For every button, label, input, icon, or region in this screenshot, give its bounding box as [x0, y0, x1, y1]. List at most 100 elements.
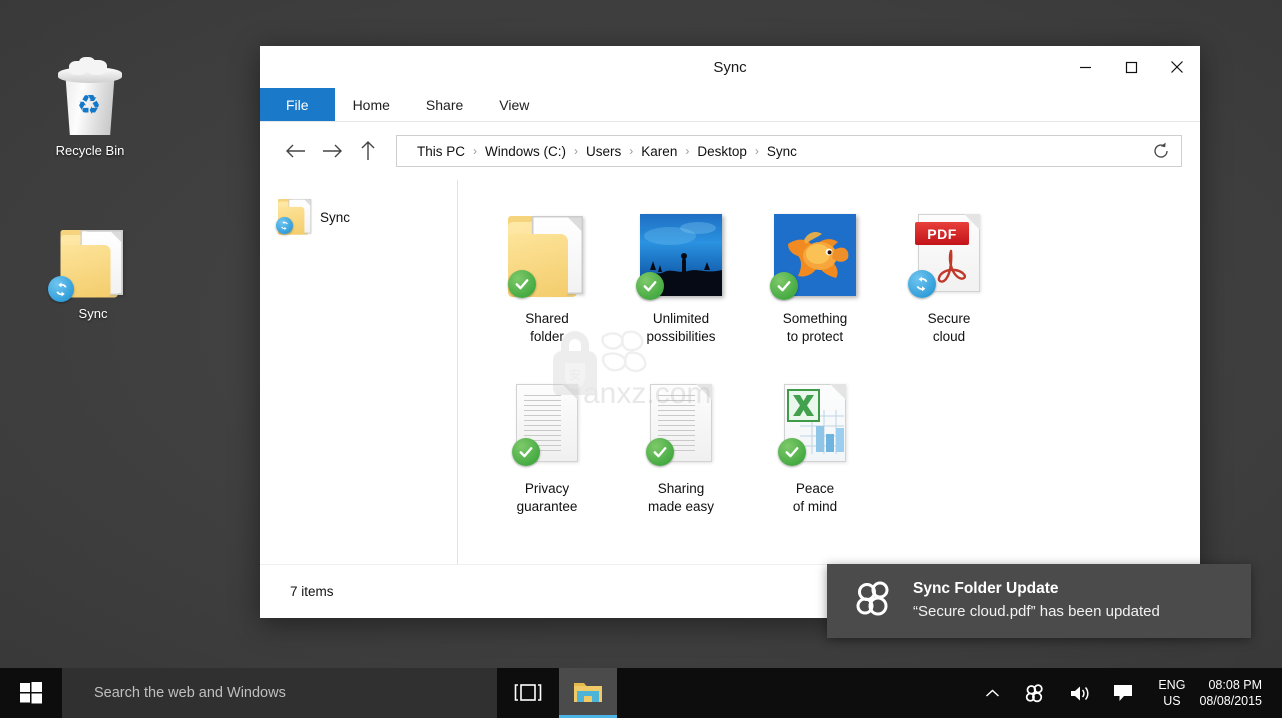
forward-arrow-icon[interactable]	[314, 133, 350, 169]
file-list-area[interactable]: Shared folder	[458, 180, 1200, 564]
up-arrow-icon[interactable]	[350, 133, 386, 169]
file-name: Peace of mind	[748, 480, 882, 516]
breadcrumb-item-this-pc[interactable]: This PC	[411, 144, 471, 159]
toast-text: Sync Folder Update “Secure cloud.pdf” ha…	[905, 578, 1160, 624]
breadcrumb-separator: ›	[471, 144, 479, 158]
task-view-button[interactable]	[497, 668, 559, 718]
desktop-icon-recycle-bin[interactable]: ♻ Recycle Bin	[35, 55, 145, 159]
notification-toast[interactable]: Sync Folder Update “Secure cloud.pdf” ha…	[827, 564, 1251, 638]
sync-badge-icon	[276, 217, 293, 234]
file-item-something-to-protect[interactable]: Something to protect	[748, 204, 882, 346]
file-row-2: Privacy guarantee Sharing	[480, 374, 1200, 516]
breadcrumb-item-sync[interactable]: Sync	[761, 144, 803, 159]
recycle-bin-icon: ♻	[35, 55, 145, 141]
clock-time: 08:08 PM	[1199, 677, 1262, 693]
file-row-1: Shared folder	[480, 204, 1200, 346]
tab-view[interactable]: View	[481, 88, 547, 121]
show-hidden-icons-chevron[interactable]	[974, 668, 1011, 718]
minimize-button[interactable]	[1062, 46, 1108, 88]
sync-folder-icon	[38, 218, 148, 304]
text-document-icon	[480, 380, 614, 472]
underwater-photo-thumbnail	[614, 210, 748, 302]
green-check-badge-icon	[508, 270, 536, 298]
task-view-icon	[513, 683, 543, 703]
ribbon-tabs: File Home Share View	[260, 88, 1200, 122]
file-item-unlimited-possibilities[interactable]: Unlimited possibilities	[614, 204, 748, 346]
navigation-toolbar: This PC › Windows (C:) › Users › Karen ›…	[260, 122, 1200, 180]
search-placeholder: Search the web and Windows	[94, 685, 286, 701]
folder-with-document-icon	[480, 210, 614, 302]
file-name: Sharing made easy	[614, 480, 748, 516]
sidebar-item-sync[interactable]: Sync	[260, 194, 457, 240]
blue-sync-badge-icon	[908, 270, 936, 298]
breadcrumb-separator: ›	[753, 144, 761, 158]
desktop-icon-label: Sync	[38, 306, 148, 322]
breadcrumb: This PC › Windows (C:) › Users › Karen ›…	[411, 144, 1147, 159]
language-line2: US	[1158, 693, 1185, 709]
search-input[interactable]: Search the web and Windows	[62, 668, 497, 718]
pdf-label: PDF	[915, 222, 969, 245]
sync-badge-icon	[48, 276, 74, 302]
breadcrumb-item-windows-c[interactable]: Windows (C:)	[479, 144, 572, 159]
breadcrumb-item-users[interactable]: Users	[580, 144, 627, 159]
file-item-shared-folder[interactable]: Shared folder	[480, 204, 614, 346]
action-center-icon[interactable]	[1102, 668, 1144, 718]
file-item-sharing-made-easy[interactable]: Sharing made easy	[614, 374, 748, 516]
breadcrumb-item-karen[interactable]: Karen	[635, 144, 683, 159]
taskbar-file-explorer-button[interactable]	[559, 668, 617, 718]
tab-share[interactable]: Share	[408, 88, 481, 121]
sync-tray-icon[interactable]	[1011, 668, 1058, 718]
file-name: Unlimited possibilities	[614, 310, 748, 346]
file-name: Something to protect	[748, 310, 882, 346]
green-check-badge-icon	[646, 438, 674, 466]
clock[interactable]: 08:08 PM 08/08/2015	[1199, 677, 1270, 709]
breadcrumb-item-desktop[interactable]: Desktop	[691, 144, 753, 159]
breadcrumb-separator: ›	[627, 144, 635, 158]
tab-file[interactable]: File	[260, 88, 335, 121]
file-item-secure-cloud[interactable]: PDF	[882, 204, 1016, 346]
language-indicator[interactable]: ENG US	[1144, 677, 1199, 709]
file-name: Privacy guarantee	[480, 480, 614, 516]
window-title: Sync	[713, 59, 746, 76]
sync-clover-logo-icon	[849, 575, 905, 628]
file-explorer-icon	[573, 679, 603, 705]
windows-start-icon	[20, 682, 42, 704]
item-count-label: 7 items	[290, 584, 334, 599]
taskbar: Search the web and Windows	[0, 668, 1282, 718]
navigation-pane: Sync	[260, 180, 458, 564]
sidebar-item-label: Sync	[320, 210, 350, 225]
window-body: Sync	[260, 180, 1200, 564]
breadcrumb-separator: ›	[572, 144, 580, 158]
file-name: Secure cloud	[882, 310, 1016, 346]
excel-spreadsheet-icon	[748, 380, 882, 472]
desktop-icon-label: Recycle Bin	[35, 143, 145, 159]
sync-folder-icon	[278, 197, 320, 237]
back-arrow-icon[interactable]	[278, 133, 314, 169]
green-check-badge-icon	[512, 438, 540, 466]
window-titlebar[interactable]: Sync	[260, 46, 1200, 88]
green-check-badge-icon	[778, 438, 806, 466]
green-check-badge-icon	[770, 272, 798, 300]
file-item-peace-of-mind[interactable]: Peace of mind	[748, 374, 882, 516]
maximize-button[interactable]	[1108, 46, 1154, 88]
volume-icon[interactable]	[1058, 668, 1102, 718]
goldfish-photo-thumbnail	[748, 210, 882, 302]
tab-home[interactable]: Home	[335, 88, 408, 121]
address-bar[interactable]: This PC › Windows (C:) › Users › Karen ›…	[396, 135, 1182, 167]
file-item-privacy-guarantee[interactable]: Privacy guarantee	[480, 374, 614, 516]
file-explorer-window: Sync File Home Share View	[260, 46, 1200, 618]
refresh-icon[interactable]	[1147, 137, 1175, 165]
desktop-screen: ♻ Recycle Bin Sync Sync	[0, 0, 1282, 718]
window-controls	[1062, 46, 1200, 88]
desktop-icon-sync-folder[interactable]: Sync	[38, 218, 148, 322]
system-tray: ENG US 08:08 PM 08/08/2015	[974, 668, 1282, 718]
pdf-file-icon: PDF	[882, 210, 1016, 302]
windows-start-button[interactable]	[0, 668, 62, 718]
toast-message: “Secure cloud.pdf” has been updated	[913, 600, 1160, 624]
text-document-icon	[614, 380, 748, 472]
language-line1: ENG	[1158, 677, 1185, 693]
clock-date: 08/08/2015	[1199, 693, 1262, 709]
close-button[interactable]	[1154, 46, 1200, 88]
green-check-badge-icon	[636, 272, 664, 300]
file-name: Shared folder	[480, 310, 614, 346]
